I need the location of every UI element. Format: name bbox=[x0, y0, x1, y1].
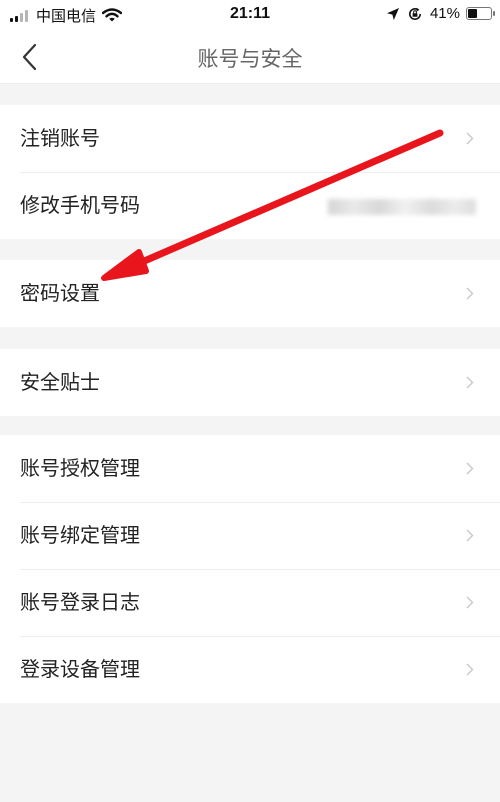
row-label: 安全贴士 bbox=[20, 370, 100, 394]
settings-group-management: 账号授权管理 账号绑定管理 账号登录日志 登录设备管理 bbox=[0, 435, 500, 703]
chevron-right-icon bbox=[466, 596, 474, 609]
battery-fill bbox=[468, 9, 477, 18]
row-label: 密码设置 bbox=[20, 281, 100, 305]
row-login-device-management[interactable]: 登录设备管理 bbox=[0, 636, 500, 703]
row-account-binding[interactable]: 账号绑定管理 bbox=[0, 502, 500, 569]
battery-percentage: 41% bbox=[429, 5, 460, 22]
location-icon bbox=[386, 7, 399, 20]
row-change-phone-number[interactable]: 修改手机号码 bbox=[0, 172, 500, 239]
row-password-settings[interactable]: 密码设置 bbox=[0, 260, 500, 327]
battery-icon bbox=[466, 7, 495, 20]
row-login-log[interactable]: 账号登录日志 bbox=[0, 569, 500, 636]
chevron-right-icon bbox=[466, 287, 474, 300]
status-bar: 中国电信 21:11 41% bbox=[0, 0, 500, 30]
row-label: 账号绑定管理 bbox=[20, 523, 140, 547]
row-cancel-account[interactable]: 注销账号 bbox=[0, 105, 500, 172]
settings-group-password: 密码设置 bbox=[0, 260, 500, 327]
row-label: 注销账号 bbox=[20, 126, 100, 150]
chevron-right-icon bbox=[466, 663, 474, 676]
row-label: 账号授权管理 bbox=[20, 456, 140, 480]
chevron-right-icon bbox=[466, 462, 474, 475]
chevron-right-icon bbox=[466, 529, 474, 542]
chevron-right-icon bbox=[466, 132, 474, 145]
nav-bar: 账号与安全 bbox=[0, 30, 500, 84]
status-right: 41% bbox=[386, 5, 495, 22]
page-title: 账号与安全 bbox=[197, 47, 303, 71]
row-security-tips[interactable]: 安全贴士 bbox=[0, 349, 500, 416]
rotation-lock-icon bbox=[408, 7, 421, 20]
row-label: 修改手机号码 bbox=[20, 193, 140, 217]
chevron-right-icon bbox=[466, 376, 474, 389]
row-label: 登录设备管理 bbox=[20, 657, 140, 681]
row-label: 账号登录日志 bbox=[20, 590, 140, 614]
settings-group-account: 注销账号 修改手机号码 bbox=[0, 105, 500, 239]
row-account-authorization[interactable]: 账号授权管理 bbox=[0, 435, 500, 502]
blurred-phone-number bbox=[328, 199, 476, 215]
settings-group-tips: 安全贴士 bbox=[0, 349, 500, 416]
